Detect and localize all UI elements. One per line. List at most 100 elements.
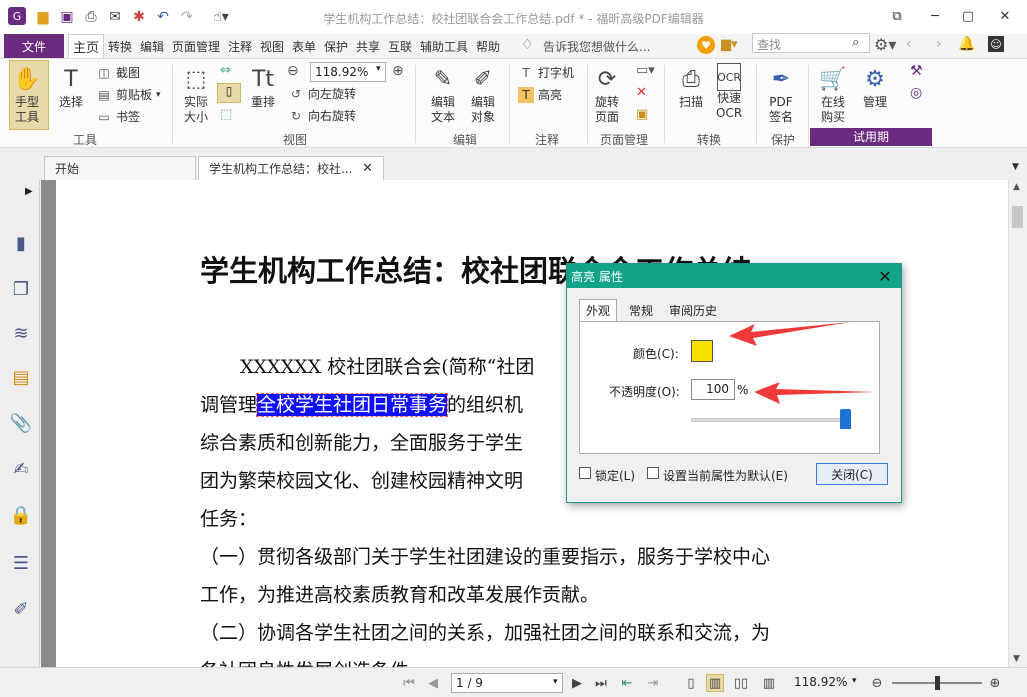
screenshot-button[interactable]: ◫ 截图: [96, 64, 140, 81]
lock-checkbox[interactable]: [579, 467, 591, 479]
tab-form[interactable]: 表单: [289, 34, 319, 58]
tab-share[interactable]: 共享: [353, 34, 383, 58]
page-dropdown-icon[interactable]: ▾: [553, 677, 558, 687]
fit-page-icon[interactable]: ▯: [217, 83, 241, 103]
dialog-tab-review-history[interactable]: 审阅历史: [663, 299, 723, 321]
color-swatch[interactable]: [691, 340, 713, 362]
tab-page-management[interactable]: 页面管理: [169, 34, 223, 58]
find-folder-icon[interactable]: ▆▾: [721, 37, 738, 52]
zoom-in-icon[interactable]: ⊕: [392, 63, 404, 79]
tab-connect[interactable]: 互联: [385, 34, 415, 58]
tab-accessibility[interactable]: 辅助工具: [417, 34, 471, 58]
scroll-up-icon[interactable]: ▲: [1013, 182, 1020, 192]
next-page-icon[interactable]: ▶: [568, 674, 586, 692]
tab-edit[interactable]: 编辑: [137, 34, 167, 58]
zoom-select[interactable]: 118.92%: [310, 62, 386, 82]
zoom-out-icon[interactable]: ⊖: [868, 674, 886, 692]
dialog-close-icon[interactable]: ✕: [873, 265, 897, 287]
prev-page-icon[interactable]: ◀: [424, 674, 442, 692]
rotate-page-button[interactable]: ⟳ 旋转 页面: [592, 63, 622, 125]
select-tool[interactable]: T 选择: [56, 63, 86, 110]
form-fields-icon[interactable]: ☰: [10, 552, 32, 574]
bell-icon[interactable]: 🔔: [958, 36, 975, 52]
rotate-left-button[interactable]: ↺ 向左旋转: [288, 85, 356, 102]
zoom-out-icon[interactable]: ⊖: [287, 63, 299, 79]
attachment-icon[interactable]: 📎: [10, 412, 32, 434]
rotate-right-button[interactable]: ↻ 向右旋转: [288, 107, 356, 124]
security-tools-icon[interactable]: ✐: [10, 598, 32, 620]
edit-text-button[interactable]: ✎ 编辑 文本: [428, 63, 458, 125]
tab-protect[interactable]: 保护: [321, 34, 351, 58]
typewriter-button[interactable]: T 打字机: [518, 64, 574, 81]
extract-page-icon[interactable]: ▣: [636, 107, 648, 122]
tab-home[interactable]: 主页: [68, 34, 105, 58]
last-page-icon[interactable]: ⏭: [592, 674, 610, 692]
wand-icon[interactable]: ⚒: [910, 63, 923, 79]
pages-icon[interactable]: ❐: [10, 278, 32, 300]
globe-icon[interactable]: ◎: [910, 85, 922, 101]
fit-width-icon[interactable]: ⇔: [220, 63, 231, 78]
search-icon[interactable]: ⌕: [852, 35, 859, 50]
tab-help[interactable]: 帮助: [473, 34, 503, 58]
continuous-page-icon[interactable]: ▥: [706, 674, 724, 692]
continuous-facing-icon[interactable]: ▥: [760, 674, 778, 692]
lock-icon[interactable]: 🔒: [10, 504, 32, 526]
reflow-button[interactable]: Tt 重排: [248, 63, 278, 110]
minimize-button[interactable]: ─: [922, 6, 948, 26]
tabs-dropdown-icon[interactable]: ▼: [1012, 162, 1019, 172]
heart-icon[interactable]: ♥: [697, 36, 715, 54]
tab-document[interactable]: 学生机构工作总结：校社... ✕: [198, 156, 384, 180]
prev-result-icon[interactable]: ‹: [906, 36, 912, 52]
vertical-scrollbar[interactable]: ▲ ▼: [1008, 180, 1027, 667]
dialog-tab-appearance[interactable]: 外观: [579, 299, 618, 321]
edit-object-button[interactable]: ✐ 编辑 对象: [468, 63, 498, 125]
signature-icon[interactable]: ✍: [10, 458, 32, 480]
buy-online-button[interactable]: 🛒 在线 购买: [818, 63, 848, 125]
page-number-input[interactable]: 1 / 9: [451, 673, 563, 693]
manage-button[interactable]: ⚙ 管理: [860, 63, 890, 110]
tab-start[interactable]: 开始: [44, 156, 196, 180]
tab-convert[interactable]: 转换: [105, 34, 135, 58]
dialog-tab-general[interactable]: 常规: [623, 299, 659, 321]
zoom-in-icon[interactable]: ⊕: [986, 674, 1004, 692]
pdf-sign-button[interactable]: ✒ PDF 签名: [766, 63, 796, 125]
tab-comment[interactable]: 注释: [225, 34, 255, 58]
maximize-button[interactable]: ▢: [955, 6, 981, 26]
first-page-icon[interactable]: ⏮: [400, 674, 418, 692]
tell-me-field[interactable]: 告诉我您想做什么...: [543, 38, 650, 55]
highlight-button[interactable]: T 高亮: [518, 86, 562, 103]
zoom-level-dropdown-icon[interactable]: ▾: [852, 676, 857, 686]
layers-icon[interactable]: ≋: [10, 322, 32, 344]
insert-page-icon[interactable]: ▭▾: [636, 63, 655, 78]
single-page-icon[interactable]: ▯: [682, 674, 700, 692]
next-view-icon[interactable]: ⇥: [644, 674, 662, 692]
actual-size-button[interactable]: ⬚ 实际 大小: [181, 63, 211, 125]
hand-tool[interactable]: ✋ 手型 工具: [12, 63, 42, 125]
facing-page-icon[interactable]: ▯▯: [732, 674, 750, 692]
highlighted-text[interactable]: 全校学生社团日常事务: [256, 393, 449, 417]
quick-ocr-button[interactable]: OCR 快速 OCR: [716, 63, 742, 121]
page-thumbnail-icon[interactable]: ▮: [10, 232, 32, 254]
scroll-thumb[interactable]: [1012, 206, 1023, 228]
scan-button[interactable]: ⎙ 扫描: [676, 63, 706, 110]
opacity-slider[interactable]: [691, 418, 851, 422]
file-menu[interactable]: 文件: [4, 34, 64, 58]
user-icon[interactable]: ☺: [988, 36, 1004, 52]
close-button[interactable]: ✕: [992, 6, 1018, 26]
expand-panel-icon[interactable]: ▶: [25, 186, 33, 197]
clipboard-button[interactable]: ▤ 剪贴板 ▾: [96, 86, 160, 103]
opacity-slider-thumb[interactable]: [840, 409, 851, 429]
fit-visible-icon[interactable]: ⬚: [220, 107, 232, 122]
settings-icon[interactable]: ⚙▾: [874, 35, 896, 54]
zoom-slider-thumb[interactable]: [935, 676, 940, 690]
tab-view[interactable]: 视图: [257, 34, 287, 58]
zoom-dropdown-icon[interactable]: ▾: [376, 64, 381, 74]
comments-icon[interactable]: ▤: [10, 366, 32, 388]
next-result-icon[interactable]: ›: [936, 36, 942, 52]
restore-window-icon[interactable]: ⧉: [884, 6, 910, 26]
dialog-close-button[interactable]: 关闭(C): [816, 463, 888, 485]
tab-close-icon[interactable]: ✕: [362, 161, 373, 176]
previous-view-icon[interactable]: ⇤: [618, 674, 636, 692]
set-default-checkbox[interactable]: [647, 467, 659, 479]
opacity-input[interactable]: 100: [691, 379, 735, 400]
